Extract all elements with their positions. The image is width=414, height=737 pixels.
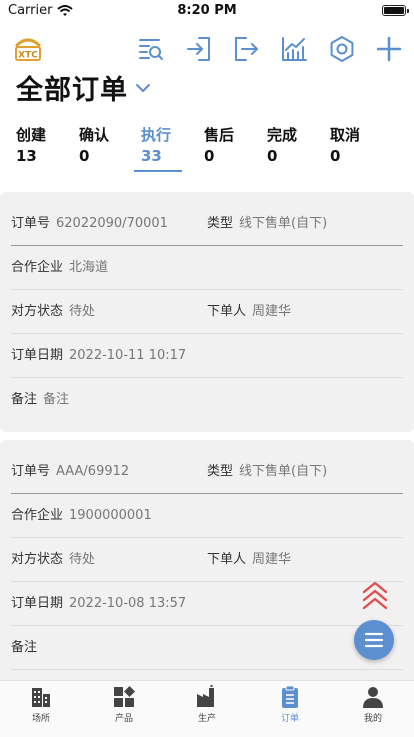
company-label: 合作企业	[11, 508, 64, 523]
order-no-label: 订单号	[11, 464, 51, 479]
tabbar-item-places[interactable]: 场所	[6, 685, 76, 724]
tab-label: 执行	[141, 126, 172, 144]
tab-completed[interactable]: 完成 0	[267, 124, 327, 165]
tabbar-item-production[interactable]: 生产	[172, 685, 242, 724]
date-value: 2022-10-11 10:17	[69, 348, 187, 363]
tab-label: 售后	[204, 126, 235, 144]
order-row-number: 订单号 62022090/70001 类型 线下售单(自下)	[11, 202, 403, 246]
status-bar: Carrier 8:20 PM	[0, 0, 414, 22]
tab-confirmed[interactable]: 确认 0	[79, 124, 139, 165]
note-value: 备注	[43, 392, 70, 407]
note-label: 备注	[11, 640, 38, 655]
date-label: 订单日期	[11, 348, 64, 363]
building-icon	[32, 688, 50, 707]
type-label: 类型	[207, 464, 234, 479]
menu-fab-button[interactable]	[354, 620, 394, 660]
user-icon	[363, 687, 383, 708]
date-label: 订单日期	[11, 596, 64, 611]
order-row-status: 对方状态 待处 下单人 周建华	[11, 290, 403, 334]
tabbar-label: 产品	[114, 714, 133, 724]
tab-count: 0	[267, 147, 278, 165]
tab-count: 0	[79, 147, 90, 165]
tab-count: 13	[16, 147, 37, 165]
title-dropdown[interactable]: 全部订单	[16, 68, 152, 107]
active-tab-indicator	[134, 170, 182, 172]
order-no-value: 62022090/70001	[56, 216, 168, 231]
search-list-icon[interactable]	[137, 35, 165, 63]
tab-label: 确认	[79, 126, 110, 144]
order-row-note: 备注	[11, 626, 403, 670]
tab-cancelled[interactable]: 取消 0	[330, 124, 390, 165]
type-value: 线下售单(自下)	[239, 464, 328, 479]
logo-text: XTC	[18, 51, 38, 61]
battery-icon	[382, 5, 409, 16]
tab-created[interactable]: 创建 13	[16, 124, 76, 165]
logout-icon[interactable]	[232, 35, 260, 63]
company-label: 合作企业	[11, 260, 64, 275]
type-label: 类型	[207, 216, 234, 231]
toolbar: XTC	[0, 30, 414, 70]
order-row-company: 合作企业 1900000001	[11, 494, 403, 538]
status-value: 待处	[69, 552, 96, 567]
order-row-date: 订单日期 2022-10-11 10:17	[11, 334, 403, 378]
chart-icon[interactable]	[280, 35, 308, 63]
tab-label: 取消	[330, 126, 361, 144]
status-label: 对方状态	[11, 552, 64, 567]
chevron-down-icon	[136, 83, 150, 92]
clock: 8:20 PM	[177, 3, 237, 18]
product-icon	[114, 686, 135, 707]
order-no-value: AAA/69912	[56, 464, 130, 479]
tabbar-label: 生产	[197, 714, 216, 724]
orderer-value: 周建华	[252, 552, 292, 567]
type-value: 线下售单(自下)	[239, 216, 328, 231]
order-row-date: 订单日期 2022-10-08 13:57	[11, 582, 403, 626]
order-row-note: 备注 备注	[11, 378, 403, 422]
tab-after-sales[interactable]: 售后 0	[204, 124, 264, 165]
status-label: 对方状态	[11, 304, 64, 319]
tab-count: 0	[204, 147, 215, 165]
orderer-label: 下单人	[207, 552, 247, 567]
tabbar-item-mine[interactable]: 我的	[338, 685, 408, 724]
tabbar-label: 订单	[280, 714, 299, 724]
order-row-company: 合作企业 北海道	[11, 246, 403, 290]
note-label: 备注	[11, 392, 38, 407]
add-icon[interactable]	[375, 35, 403, 63]
login-icon[interactable]	[185, 35, 213, 63]
company-value: 北海道	[69, 260, 109, 275]
orderer-label: 下单人	[207, 304, 247, 319]
tabbar-item-orders[interactable]: 订单	[255, 685, 325, 724]
tab-label: 创建	[16, 126, 47, 144]
tabbar-item-products[interactable]: 产品	[89, 685, 159, 724]
tab-count: 33	[141, 147, 162, 165]
order-card[interactable]: 订单号 62022090/70001 类型 线下售单(自下) 合作企业 北海道 对方状…	[0, 192, 414, 432]
factory-icon	[197, 685, 214, 707]
order-card[interactable]: 订单号 AAA/69912 类型 线下售单(自下) 合作企业 1900000001 对…	[0, 440, 414, 685]
scroll-to-top-icon[interactable]	[362, 580, 388, 614]
tab-executing[interactable]: 执行 33	[141, 124, 201, 165]
status-value: 待处	[69, 304, 96, 319]
company-value: 1900000001	[69, 508, 152, 523]
page-title: 全部订单	[16, 75, 128, 106]
order-row-status: 对方状态 待处 下单人 周建华	[11, 538, 403, 582]
tab-count: 0	[330, 147, 341, 165]
tabbar-label: 场所	[31, 714, 50, 724]
settings-icon[interactable]	[328, 35, 356, 63]
bottom-tab-bar: 场所 产品 生产 订单 我的	[0, 680, 414, 737]
app-logo: XTC	[14, 38, 42, 61]
tab-label: 完成	[267, 126, 298, 144]
menu-icon	[364, 632, 384, 648]
order-row-number: 订单号 AAA/69912 类型 线下售单(自下)	[11, 450, 403, 494]
orderer-value: 周建华	[252, 304, 292, 319]
date-value: 2022-10-08 13:57	[69, 596, 187, 611]
tabbar-label: 我的	[363, 714, 382, 724]
order-no-label: 订单号	[11, 216, 51, 231]
status-tabs: 创建 13 确认 0 执行 33 售后 0 完成 0 取消 0	[0, 124, 414, 174]
clipboard-icon	[282, 685, 298, 708]
